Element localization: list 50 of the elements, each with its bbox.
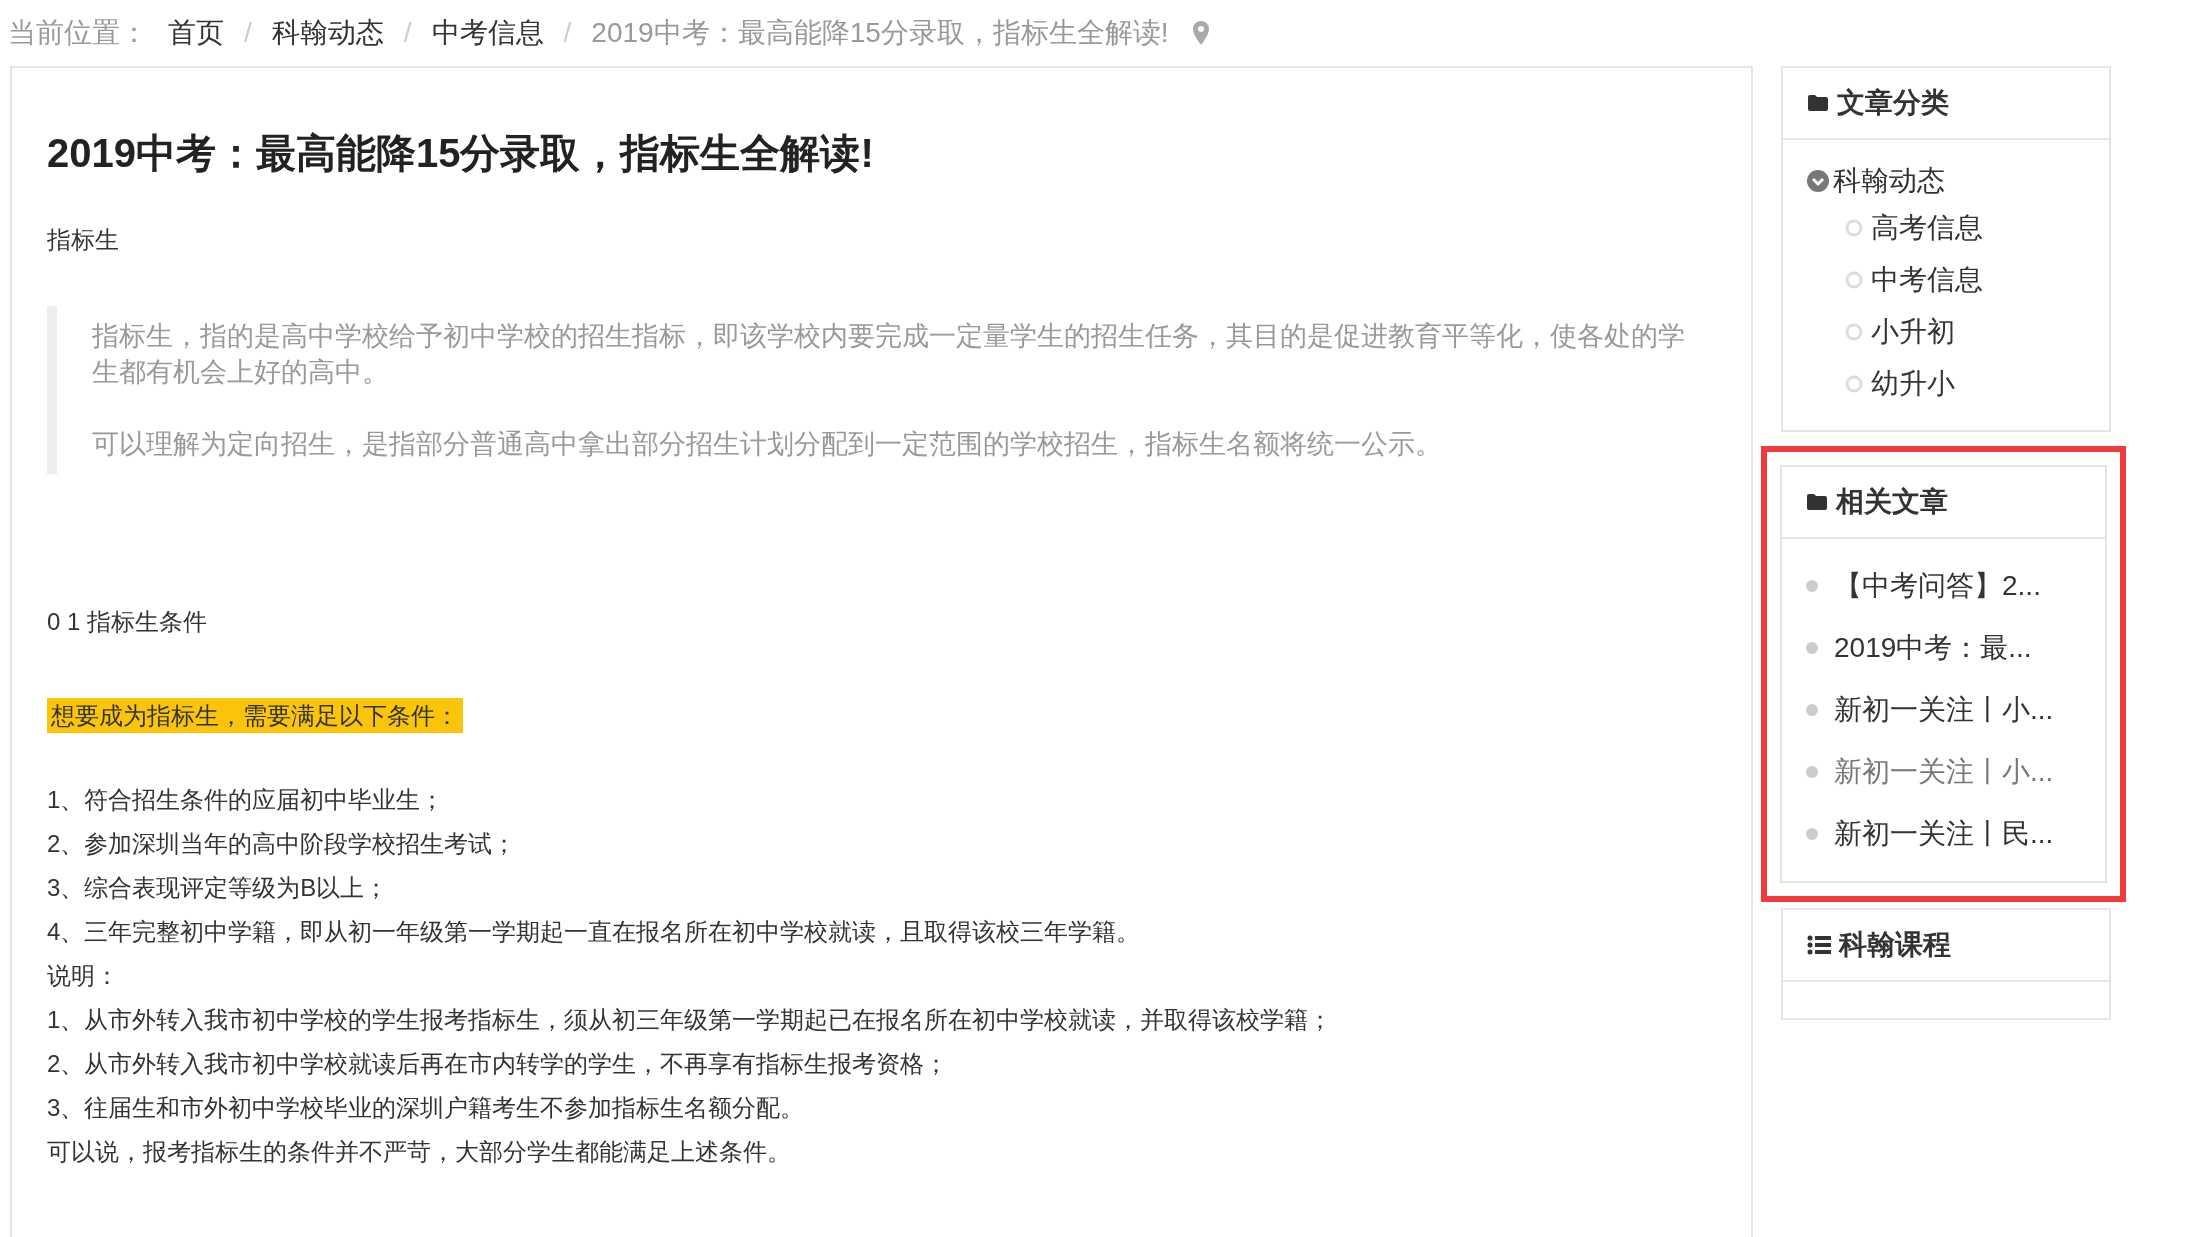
- breadcrumb-link[interactable]: 中考信息: [431, 12, 544, 54]
- breadcrumb-separator: /: [563, 16, 572, 50]
- article-line: 1、符合招生条件的应届初中毕业生；: [47, 785, 446, 815]
- list-icon: [1807, 935, 1831, 955]
- article-line: 2、从市外转入我市初中学校就读后再在市内转学的学生，不再享有指标生报考资格；: [47, 1049, 950, 1079]
- article-line: 说明：: [47, 961, 120, 991]
- folder-icon: [1806, 493, 1828, 511]
- location-pin-icon: [1192, 21, 1209, 45]
- breadcrumb-link[interactable]: 科翰动态: [271, 12, 384, 54]
- category-item[interactable]: 幼升小: [1871, 363, 1955, 405]
- panel-title: 科翰课程: [1839, 928, 1951, 962]
- panel-title: 文章分类: [1837, 86, 1949, 120]
- quote-paragraph: 指标生，指的是高中学校给予初中学校的招生指标，即该学校内要完成一定量学生的招生任务，其目的是促进教育平等化，使各处的学生都有机会上好的高中。: [92, 320, 1686, 389]
- circle-icon: [1845, 271, 1863, 289]
- article-tag: 指标生: [47, 222, 1716, 258]
- category-item[interactable]: 科翰动态: [1833, 160, 1945, 202]
- category-item[interactable]: 高考信息: [1871, 207, 1983, 249]
- related-article-link[interactable]: 新初一关注丨民...: [1834, 813, 2054, 855]
- breadcrumb-current: 2019中考：最高能降15分录取，指标生全解读!: [591, 16, 1169, 50]
- related-article-link[interactable]: 新初一关注丨小...: [1834, 689, 2054, 731]
- bullet-icon: [1806, 704, 1818, 716]
- bullet-icon: [1806, 580, 1818, 592]
- breadcrumb-link[interactable]: 首页: [168, 12, 224, 54]
- breadcrumb-separator: /: [403, 16, 412, 50]
- circle-icon: [1845, 323, 1863, 341]
- article-line: 4、三年完整初中学籍，即从初一年级第一学期起一直在报名所在初中学校就读，且取得该校三年学籍。: [47, 917, 1142, 947]
- article-line: 可以说，报考指标生的条件并不严苛，大部分学生都能满足上述条件。: [47, 1137, 792, 1167]
- circle-icon: [1845, 219, 1863, 237]
- chevron-down-icon[interactable]: [1807, 170, 1829, 192]
- bullet-icon: [1806, 766, 1818, 778]
- section-heading: 0 1 指标生条件: [47, 607, 209, 637]
- related-article-link[interactable]: 新初一关注丨小...: [1834, 751, 2054, 793]
- article-line: 3、往届生和市外初中学校毕业的深圳户籍考生不参加指标生名额分配。: [47, 1093, 806, 1123]
- circle-icon: [1845, 375, 1863, 393]
- article-title: 2019中考：最高能降15分录取，指标生全解读!: [47, 130, 875, 177]
- folder-icon: [1807, 94, 1829, 112]
- bullet-icon: [1806, 642, 1818, 654]
- category-item[interactable]: 小升初: [1871, 311, 1955, 353]
- breadcrumb-label: 当前位置：: [8, 16, 148, 50]
- highlighted-text: 想要成为指标生，需要满足以下条件：: [47, 698, 463, 733]
- related-article-link[interactable]: 【中考问答】2...: [1834, 565, 2041, 607]
- breadcrumb-separator: /: [244, 16, 252, 50]
- quote-paragraph: 可以理解为定向招生，是指部分普通高中拿出部分招生计划分配到一定范围的学校招生，指标生名额将统一公示。: [92, 428, 1443, 461]
- category-item[interactable]: 中考信息: [1871, 259, 1983, 301]
- panel-title: 相关文章: [1836, 485, 1948, 519]
- article-line: 3、综合表现评定等级为B以上；: [47, 873, 390, 903]
- article-line: 1、从市外转入我市初中学校的学生报考指标生，须从初三年级第一学期起已在报名所在初中学校就读，并取得该校学籍；: [47, 1005, 1334, 1035]
- related-article-link[interactable]: 2019中考：最...: [1834, 627, 2032, 669]
- article-line: 2、参加深圳当年的高中阶段学校招生考试；: [47, 829, 518, 859]
- bullet-icon: [1806, 828, 1818, 840]
